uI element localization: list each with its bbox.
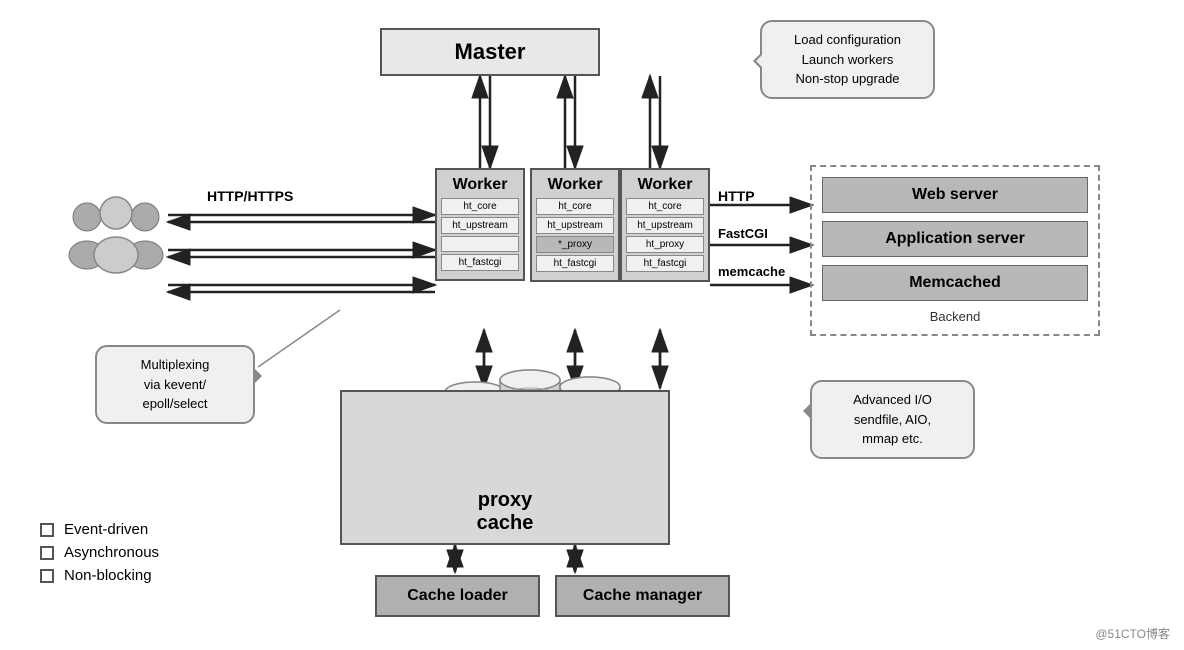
worker-2: Worker ht_core ht_upstream *_proxy ht_fa… <box>530 168 620 282</box>
fastcgi-label: FastCGI <box>718 226 768 241</box>
cache-loader-label: Cache loader <box>407 587 507 604</box>
worker3-module-htupstream: ht_upstream <box>626 217 704 234</box>
worker3-module-htproxy: ht_proxy <box>626 236 704 253</box>
backend-container: Web server Application server Memcached … <box>810 165 1100 336</box>
legend-asynchronous: Asynchronous <box>40 544 159 561</box>
worker2-title: Worker <box>536 176 614 194</box>
worker-3: Worker ht_core ht_upstream ht_proxy ht_f… <box>620 168 710 282</box>
users-icon <box>65 195 170 290</box>
mux-bubble: Multiplexing via kevent/ epoll/select <box>95 345 255 424</box>
backend-label: Backend <box>822 309 1088 324</box>
legend-square-2 <box>40 546 54 560</box>
proxy-cache-label: proxycache <box>477 489 534 535</box>
mux-line1: Multiplexing <box>141 357 210 372</box>
cache-manager-label: Cache manager <box>583 587 702 604</box>
worker2-module-proxy: *_proxy <box>536 236 614 253</box>
worker2-module-htcore: ht_core <box>536 198 614 215</box>
aio-line2: sendfile, AIO, <box>854 412 931 427</box>
watermark: @51CTO博客 <box>1095 625 1170 642</box>
legend-non-blocking: Non-blocking <box>40 567 159 584</box>
worker3-title: Worker <box>626 176 704 194</box>
legend-square-1 <box>40 523 54 537</box>
aio-line3: mmap etc. <box>862 431 923 446</box>
application-server-box: Application server <box>822 221 1088 257</box>
mux-line3: epoll/select <box>142 396 207 411</box>
cache-loader-box: Cache loader <box>375 575 540 617</box>
worker1-module-htupstream: ht_upstream <box>441 217 519 234</box>
diagram-container: Master Load configuration Launch workers… <box>0 0 1184 650</box>
speech-line2: Launch workers <box>802 52 894 67</box>
http-right-label: HTTP <box>718 188 755 204</box>
legend-label-1: Event-driven <box>64 521 148 538</box>
legend: Event-driven Asynchronous Non-blocking <box>40 521 159 590</box>
aio-line1: Advanced I/O <box>853 392 932 407</box>
cache-manager-box: Cache manager <box>555 575 730 617</box>
memcached-box: Memcached <box>822 265 1088 301</box>
speech-bubble: Load configuration Launch workers Non-st… <box>760 20 935 99</box>
proxy-cache-box: proxycache <box>340 390 670 545</box>
master-box: Master <box>380 28 600 76</box>
http-https-label: HTTP/HTTPS <box>207 188 293 204</box>
speech-line3: Non-stop upgrade <box>795 71 899 86</box>
worker1-module-htcore: ht_core <box>441 198 519 215</box>
worker2-module-htupstream: ht_upstream <box>536 217 614 234</box>
legend-label-2: Asynchronous <box>64 544 159 561</box>
speech-line1: Load configuration <box>794 32 901 47</box>
aio-bubble: Advanced I/O sendfile, AIO, mmap etc. <box>810 380 975 459</box>
master-label: Master <box>455 39 526 65</box>
worker2-module-htfastcgi: ht_fastcgi <box>536 255 614 272</box>
legend-label-3: Non-blocking <box>64 567 152 584</box>
mux-line2: via kevent/ <box>144 377 206 392</box>
worker3-module-htfastcgi: ht_fastcgi <box>626 255 704 272</box>
worker1-module-htfastcgi: ht_fastcgi <box>441 254 519 271</box>
memcache-label: memcache <box>718 264 785 279</box>
worker-1: Worker ht_core ht_upstream ht_fastcgi <box>435 168 525 281</box>
legend-event-driven: Event-driven <box>40 521 159 538</box>
legend-square-3 <box>40 569 54 583</box>
worker3-module-htcore: ht_core <box>626 198 704 215</box>
web-server-box: Web server <box>822 177 1088 213</box>
worker1-title: Worker <box>441 176 519 194</box>
worker1-module-empty <box>441 236 519 252</box>
